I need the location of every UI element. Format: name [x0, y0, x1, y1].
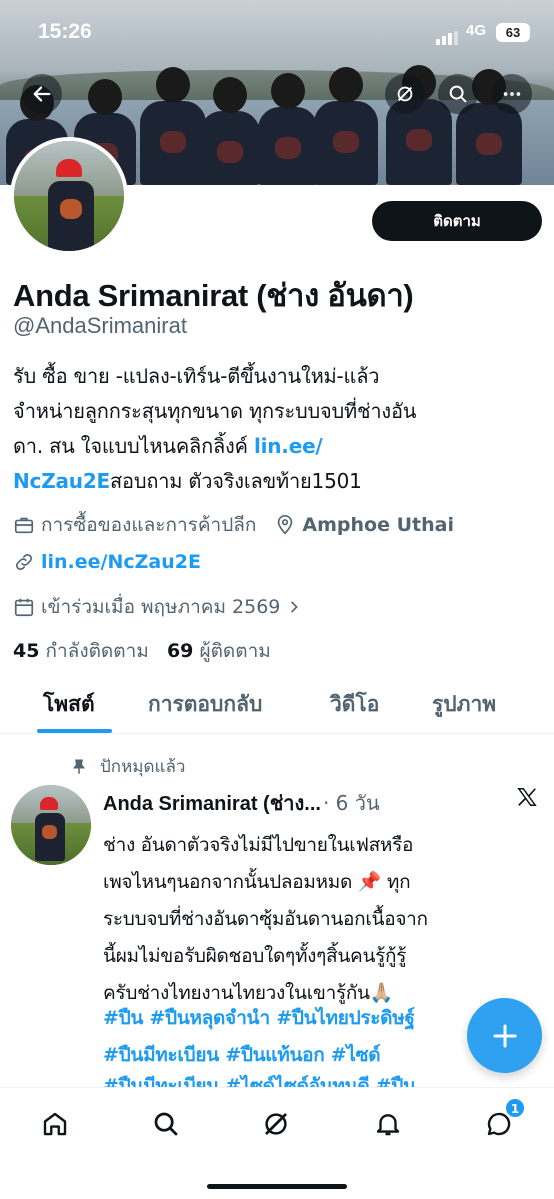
bio-line: รับ ซื้อ ขาย -แปลง-เทิร์น-ตีขึ้นงานใหม่-… — [13, 364, 380, 388]
user-handle: @AndaSrimanirat — [13, 313, 187, 338]
bio-line: ดา. สน ใจแบบไหนคลิกลิ้งค์ — [13, 434, 254, 458]
more-icon — [503, 92, 521, 96]
x-logo-icon — [517, 788, 537, 806]
profile-meta-row: การซื้อของและการค้าปลีก Amphoe Uthai — [13, 510, 454, 540]
bio-link[interactable]: lin.ee/ — [254, 434, 323, 458]
profile-avatar[interactable] — [10, 137, 128, 255]
post-line: ช่าง อันดาตัวจริงไม่มีไปขายในเฟสหรือ — [103, 834, 414, 856]
profile-category: การซื้อของและการค้าปลีก — [41, 514, 257, 536]
post-line: นี้ผมไม่ขอรับผิดชอบใดๆทั้งๆสิ้นคนรู้กู้ร… — [103, 945, 407, 967]
active-tab-indicator — [37, 729, 112, 733]
post-author-avatar[interactable] — [11, 785, 91, 865]
profile-location: Amphoe Uthai — [302, 514, 454, 536]
grok-button[interactable] — [385, 74, 425, 114]
profile-website[interactable]: lin.ee/NcZau2E — [41, 551, 201, 573]
nav-notifications[interactable] — [370, 1106, 406, 1142]
bio-link[interactable]: NcZau2E — [13, 469, 110, 493]
tab-videos[interactable]: วิดีโอ — [330, 688, 379, 721]
back-button[interactable] — [22, 74, 62, 114]
profile-joined-row[interactable]: เข้าร่วมเมื่อ พฤษภาคม 2569 — [13, 592, 308, 622]
nav-home[interactable] — [37, 1106, 73, 1142]
calendar-icon — [14, 598, 34, 617]
chevron-right-icon — [291, 601, 299, 613]
tab-posts[interactable]: โพสต์ — [43, 688, 95, 721]
profile-bio: รับ ซื้อ ขาย -แปลง-เทิร์น-ตีขึ้นงานใหม่-… — [13, 359, 543, 499]
tab-replies[interactable]: การตอบกลับ — [148, 688, 262, 721]
following-label: กำลังติดตาม — [45, 640, 149, 662]
incognito-icon — [397, 86, 413, 102]
x-logo — [516, 786, 538, 812]
home-indicator — [207, 1184, 347, 1189]
search-icon — [154, 1112, 178, 1136]
nav-grok[interactable] — [258, 1106, 294, 1142]
post-text[interactable]: ช่าง อันดาตัวจริงไม่มีไปขายในเฟสหรือ เพจ… — [103, 827, 548, 1012]
battery-icon: 63 — [496, 23, 530, 42]
post-author-name[interactable]: Anda Srimanirat (ช่าง... — [103, 787, 321, 819]
status-time: 15:26 — [38, 20, 92, 43]
profile-website-row[interactable]: lin.ee/NcZau2E — [13, 551, 201, 573]
location-icon — [278, 515, 293, 535]
bell-icon — [376, 1114, 400, 1136]
briefcase-icon — [14, 517, 34, 534]
home-icon — [43, 1112, 67, 1136]
back-icon — [33, 86, 51, 102]
search-icon — [449, 85, 467, 103]
messages-badge: 1 — [505, 1098, 525, 1118]
profile-tabs: โพสต์ การตอบกลับ วิดีโอ รูปภาพ — [0, 680, 554, 734]
nav-search[interactable] — [148, 1106, 184, 1142]
post-header: Anda Srimanirat (ช่าง... · 6 วัน — [103, 787, 380, 819]
hashtag-line[interactable]: #ปืนมีทะเบียน #ไซด์ไซด์อันทนดี #ปืน — [103, 1068, 548, 1088]
tab-photos[interactable]: รูปภาพ — [432, 688, 496, 721]
follow-button[interactable]: ติดตาม — [372, 201, 542, 241]
pinned-label: ปักหมุดแล้ว — [100, 757, 186, 777]
search-button[interactable] — [438, 74, 478, 114]
post-line: เพจไหนๆนอกจากนั้นปลอมหมด 📌 ทุก — [103, 871, 411, 893]
profile-joined: เข้าร่วมเมื่อ พฤษภาคม 2569 — [41, 596, 281, 618]
link-icon — [15, 553, 33, 571]
follow-counts: 45 กำลังติดตาม 69 ผู้ติดตาม — [13, 636, 271, 666]
followers-link[interactable]: 69 ผู้ติดตาม — [167, 640, 271, 662]
followers-count: 69 — [166, 640, 194, 662]
bio-line: จำหน่ายลูกกระสุนทุกขนาด ทุกระบบจบที่ช่าง… — [13, 399, 417, 423]
pinned-indicator: ปักหมุดแล้ว — [70, 753, 185, 780]
status-bar: 15:26 4G 63 — [0, 0, 554, 60]
more-button[interactable] — [492, 74, 532, 114]
grok-icon — [265, 1113, 287, 1135]
pin-icon — [73, 759, 85, 774]
following-count: 45 — [13, 640, 40, 662]
signal-icon — [436, 26, 460, 45]
following-link[interactable]: 45 กำลังติดตาม — [13, 640, 149, 662]
post-date[interactable]: · 6 วัน — [323, 787, 380, 819]
compose-button[interactable] — [467, 998, 542, 1073]
plus-icon — [493, 1024, 516, 1047]
post-line: ระบบจบที่ช่างอันดาซุ้มอันดานอกเนื้อจาก — [103, 908, 428, 930]
network-label: 4G — [466, 22, 487, 39]
bottom-nav — [0, 1087, 554, 1199]
bio-line: สอบถาม ตัวจริงเลขท้าย1501 — [110, 469, 362, 493]
followers-label: ผู้ติดตาม — [199, 640, 271, 662]
